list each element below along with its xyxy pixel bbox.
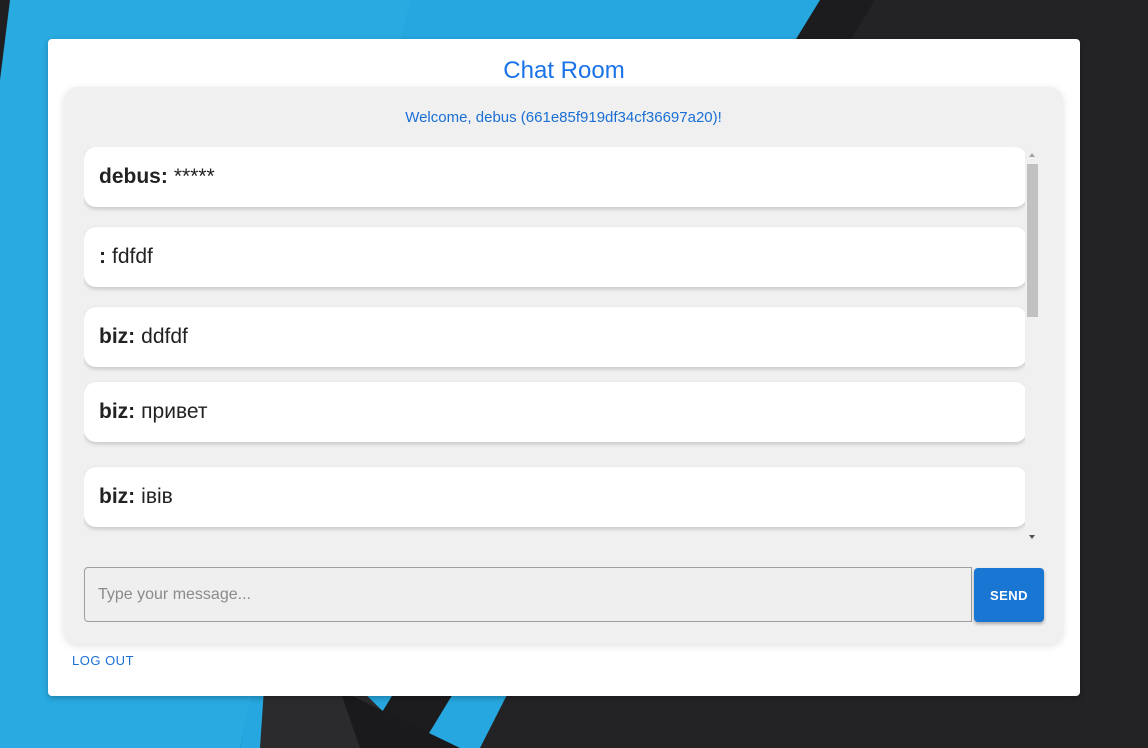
- message-author: biz: [99, 400, 129, 423]
- page-title: Chat Room: [503, 57, 625, 84]
- message-separator: :: [99, 245, 106, 268]
- message-input-container: [84, 567, 972, 622]
- scroll-down-arrow-icon[interactable]: [1029, 535, 1035, 539]
- send-button[interactable]: SEND: [974, 568, 1044, 622]
- message-text: привет: [141, 400, 208, 423]
- message-text: *****: [173, 165, 215, 188]
- message-scrollbar[interactable]: [1025, 147, 1040, 545]
- message-author: biz: [99, 325, 129, 348]
- scrollbar-thumb[interactable]: [1027, 164, 1038, 317]
- message-list[interactable]: debus: ***** : fdfdf biz: ddfdf biz: привет …: [84, 147, 1040, 545]
- message-input[interactable]: [85, 568, 971, 621]
- welcome-message: Welcome, debus (661e85f919df34cf36697a20…: [405, 109, 722, 126]
- message-item: biz: івів: [84, 467, 1027, 527]
- message-item: biz: ddfdf: [84, 307, 1027, 367]
- chat-card: Chat Room Welcome, debus (661e85f919df34…: [48, 39, 1080, 696]
- message-separator: :: [128, 485, 136, 508]
- message-item: : fdfdf: [84, 227, 1027, 287]
- message-author: debus: [99, 165, 161, 188]
- chat-panel: Welcome, debus (661e85f919df34cf36697a20…: [64, 87, 1063, 644]
- message-separator: :: [160, 165, 168, 188]
- message-separator: :: [128, 400, 136, 423]
- message-text: івів: [141, 485, 173, 508]
- message-author: biz: [99, 485, 129, 508]
- message-separator: :: [128, 325, 136, 348]
- message-text: fdfdf: [112, 245, 153, 268]
- message-text: ddfdf: [141, 325, 188, 348]
- scroll-up-arrow-icon[interactable]: [1029, 153, 1035, 157]
- logout-button[interactable]: LOG OUT: [72, 653, 134, 668]
- message-item: biz: привет: [84, 382, 1027, 442]
- message-item: debus: *****: [84, 147, 1027, 207]
